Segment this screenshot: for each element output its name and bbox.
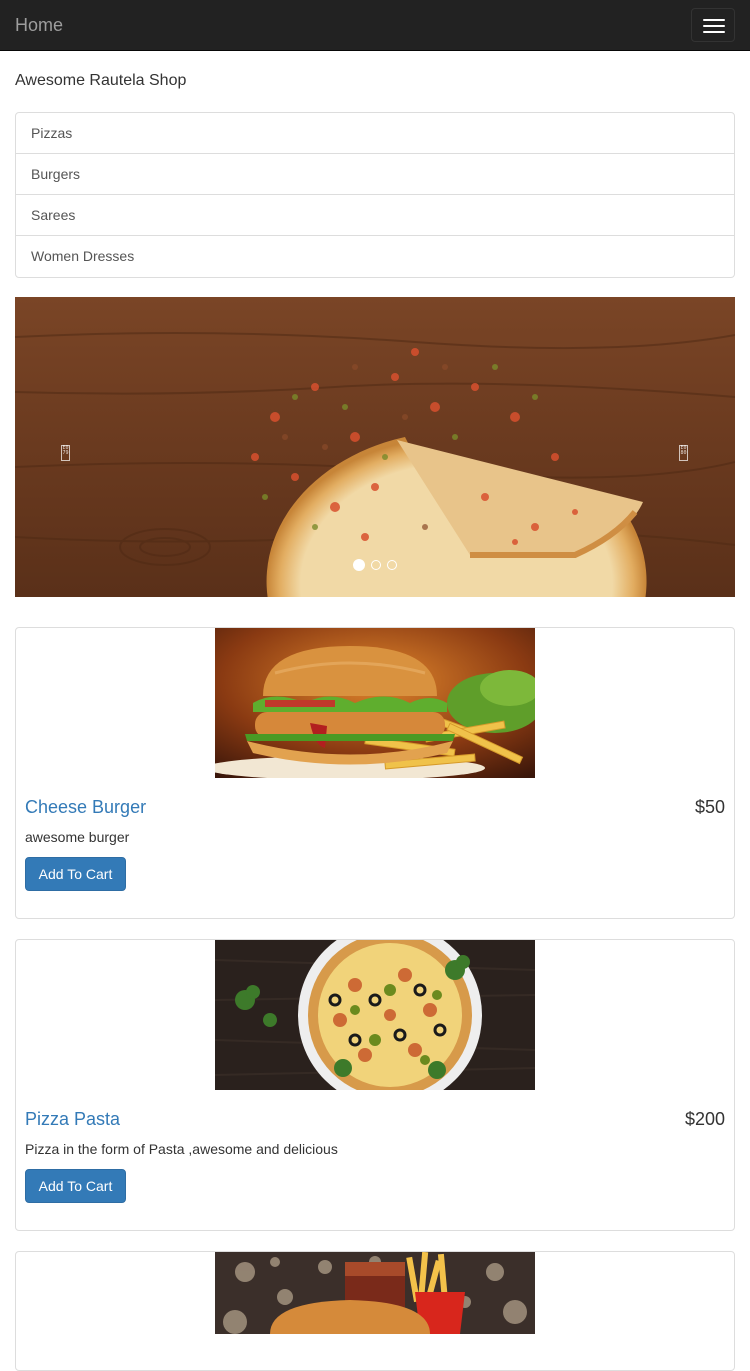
product-image-pizza-pasta [215,940,535,1090]
product-image-cheese-burger [215,628,535,778]
category-item-pizzas[interactable]: Pizzas [16,113,734,154]
category-list: Pizzas Burgers Sarees Women Dresses [15,112,735,278]
hamburger-menu-icon-bar [703,25,725,27]
product-image-burger-combo [215,1252,535,1334]
product-card [15,1251,735,1371]
category-item-burgers[interactable]: Burgers [16,154,734,195]
carousel-pizza-image [15,297,735,597]
add-to-cart-button[interactable]: Add To Cart [25,857,126,891]
product-name-link[interactable]: Pizza Pasta [25,1108,120,1130]
hamburger-menu-icon-bar [703,31,725,33]
hamburger-menu-icon [703,19,725,21]
carousel-indicator-1[interactable] [353,559,365,571]
product-description: awesome burger [25,829,130,845]
shop-title: Awesome Rautela Shop [15,72,187,89]
carousel-indicator-3[interactable] [387,560,397,570]
navbar-toggle-button[interactable] [691,8,735,42]
category-item-women-dresses[interactable]: Women Dresses [16,236,734,277]
product-description: Pizza in the form of Pasta ,awesome and … [25,1141,338,1157]
product-name-link[interactable]: Cheese Burger [25,796,146,818]
carousel-prev-icon[interactable]: E0 79 [61,445,70,461]
navbar-brand-home-link[interactable]: Home [15,13,63,37]
add-to-cart-button[interactable]: Add To Cart [25,1169,126,1203]
product-card: Pizza Pasta $200 Pizza in the form of Pa… [15,939,735,1231]
category-item-sarees[interactable]: Sarees [16,195,734,236]
top-navbar: Home [0,0,750,51]
product-card: Cheese Burger $50 awesome burger Add To … [15,627,735,919]
carousel-indicator-2[interactable] [371,560,381,570]
product-price: $50 [694,797,725,817]
carousel-indicators [353,559,403,572]
carousel-next-icon[interactable]: E0 80 [679,445,688,461]
product-price: $200 [684,1109,725,1129]
hero-carousel[interactable]: E0 79 E0 80 [15,297,735,597]
